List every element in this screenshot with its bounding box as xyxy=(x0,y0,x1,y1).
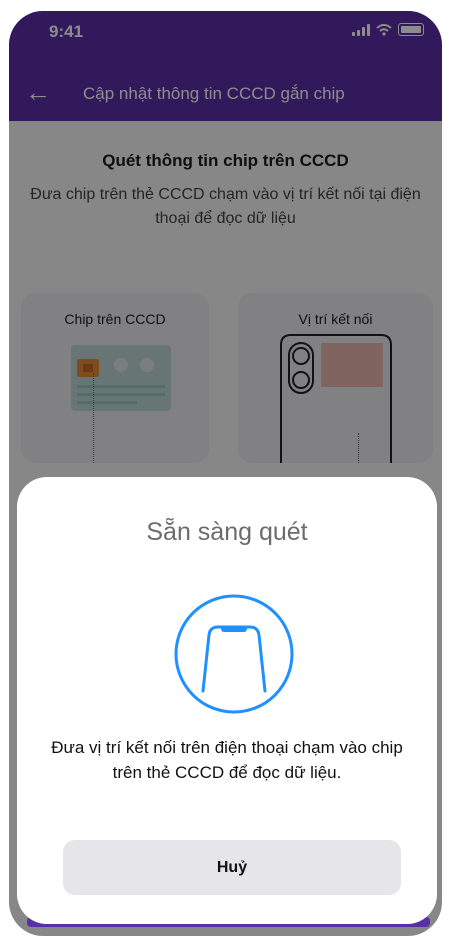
scan-ready-sheet: Sẵn sàng quét Đưa vị trí kết nối trên đi… xyxy=(17,477,437,924)
phone-scan-icon xyxy=(174,594,294,714)
sheet-title: Sẵn sàng quét xyxy=(146,518,308,546)
cancel-button[interactable]: Huỷ xyxy=(63,840,401,895)
sheet-message: Đưa vị trí kết nối trên điện thoại chạm … xyxy=(51,738,403,782)
